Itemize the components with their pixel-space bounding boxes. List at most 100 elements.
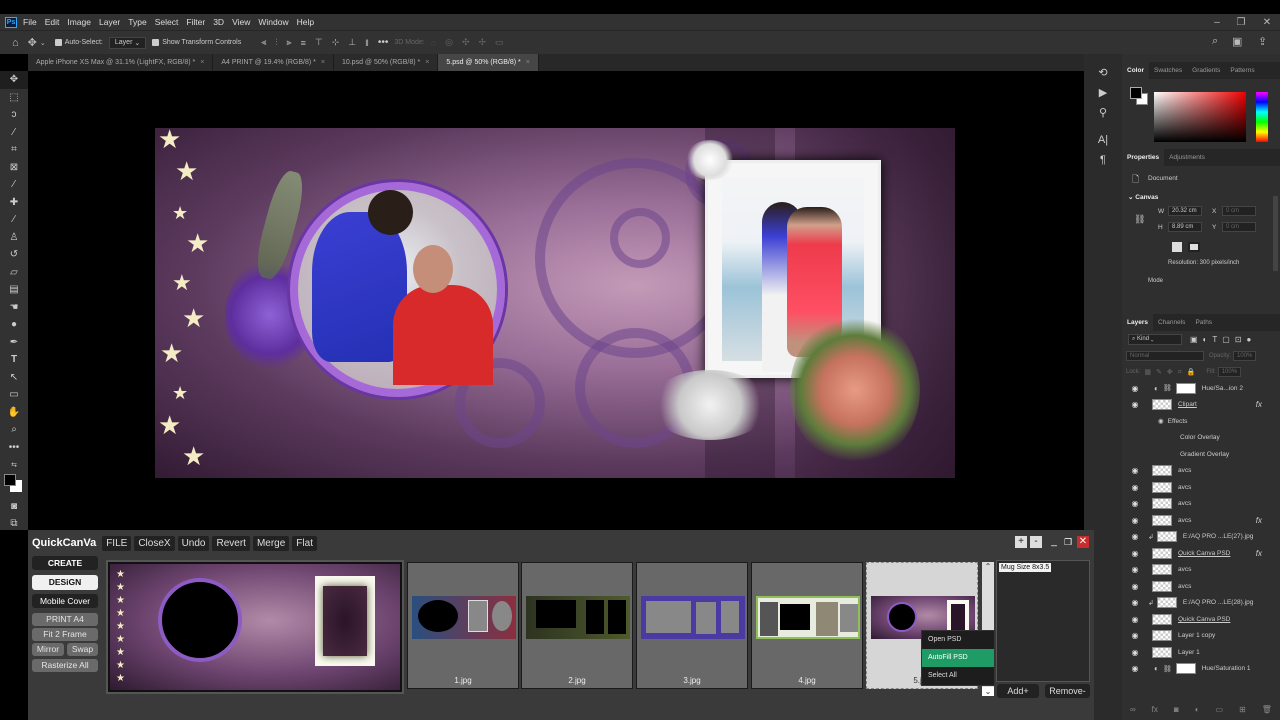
qc-plus-button[interactable]: + [1015,536,1027,548]
menu-view[interactable]: View [232,17,250,27]
canvas-height-field[interactable]: 8.89 cm [1168,222,1202,232]
opacity-field[interactable]: 100% [1233,351,1257,361]
history-icon[interactable]: ⟲ [1084,62,1122,82]
eye-icon[interactable]: ◉ [1128,466,1142,475]
eye-icon[interactable]: ◉ [1128,598,1142,607]
gradient-tool-icon[interactable]: ▤ [0,281,28,299]
color-field[interactable] [1154,92,1246,142]
layer-row[interactable]: ◉ ◐ ⛓ Hue/Saturation 1 [1122,661,1280,678]
tab-patterns[interactable]: Patterns [1225,67,1259,74]
layer-row[interactable]: ◉ avcs [1122,463,1280,480]
adjustment-layer-icon[interactable]: ◐ [1195,705,1200,714]
doc-tab[interactable]: 10.psd @ 50% (RGB/8) * × [333,54,439,71]
qc-flat-button[interactable]: Flat [292,535,317,551]
new-layer-icon[interactable]: ⊞ [1239,705,1246,714]
eye-icon[interactable]: ◉ [1158,417,1164,425]
marquee-tool-icon[interactable]: ⬚ [0,89,28,107]
type-tool-icon[interactable]: T [0,351,28,369]
brush-tool-icon[interactable]: ∕ [0,211,28,229]
tab-color[interactable]: Color [1122,62,1149,79]
rectangle-tool-icon[interactable]: ▭ [0,386,28,404]
qc-undo-button[interactable]: Undo [177,535,210,551]
minimize-button[interactable]: – [1206,14,1228,30]
add-mask-icon[interactable]: ◙ [1174,705,1179,714]
tab-properties[interactable]: Properties [1122,149,1165,166]
rasterize-all-button[interactable]: Rasterize All [32,659,98,672]
screen-mode-icon[interactable]: ⧉ [0,515,28,533]
menu-select[interactable]: Select [155,17,179,27]
qc-closex-button[interactable]: CloseX [134,535,175,551]
crop-tool-icon[interactable]: ⌗ [0,141,28,159]
eye-icon[interactable]: ◉ [1128,664,1142,673]
menu-type[interactable]: Type [128,17,146,27]
search-icon[interactable]: ⌕ [1212,35,1218,48]
foreground-color-swatch[interactable] [4,473,16,486]
menu-layer[interactable]: Layer [99,17,120,27]
circle-photo-frame[interactable] [290,182,505,397]
lock-icons[interactable]: ▦✎✥⌗🔒 [1144,368,1200,377]
add-size-button[interactable]: Add+ [997,684,1039,698]
eyedropper-tool-icon[interactable]: ⁄ [0,176,28,194]
close-window-button[interactable]: ✕ [1256,14,1278,30]
smudge-tool-icon[interactable]: ☚ [0,299,28,317]
layer-row[interactable]: ◉ Quick Canva PSD fx [1122,545,1280,562]
hue-slider[interactable] [1256,92,1268,142]
foreground-color-swatch[interactable] [1130,87,1142,99]
tab-swatches[interactable]: Swatches [1149,67,1187,74]
create-button[interactable]: CREATE [32,556,98,570]
distribute-icon[interactable]: ≡ [301,38,306,48]
portrait-orientation-icon[interactable] [1172,242,1182,252]
qc-minus-button[interactable]: - [1030,536,1042,548]
move-tool-icon[interactable]: ✥ [0,71,28,89]
pen-tool-icon[interactable]: ✒ [0,334,28,352]
restore-button[interactable]: ❐ [1230,14,1252,30]
new-group-icon[interactable]: ▭ [1216,705,1224,714]
swap-colors-icon[interactable]: ⇆ [0,456,28,474]
3d-roll-icon[interactable]: ◎ [445,37,453,48]
layer-row[interactable]: ◉ avcs [1122,578,1280,595]
landscape-orientation-icon[interactable] [1188,242,1200,252]
close-tab-icon[interactable]: × [526,59,530,66]
home-icon[interactable]: ⌂ [12,37,19,49]
tab-gradients[interactable]: Gradients [1187,67,1225,74]
delete-layer-icon[interactable]: 🗑 [1262,705,1272,714]
blend-mode-dropdown[interactable]: Normal [1126,351,1204,361]
layer-row[interactable]: ◉ avcs [1122,479,1280,496]
eye-icon[interactable]: ◉ [1128,549,1142,558]
qc-minimize-button[interactable]: _ [1048,536,1060,548]
layer-row[interactable]: ◉ Clipart fx [1122,397,1280,414]
qc-file-button[interactable]: FILE [102,535,132,551]
lasso-tool-icon[interactable]: ↄ [0,106,28,124]
fx-icon[interactable]: fx [1256,400,1262,409]
frame-tool-icon[interactable]: ⊠ [0,159,28,177]
align-top-icon[interactable]: ⊤ [315,37,323,48]
layer-row[interactable]: ◉ avcs fx [1122,512,1280,529]
canvas-y-field[interactable]: 0 cm [1222,222,1256,232]
zoom-tool-icon[interactable]: ⌕ [0,421,28,439]
layer-row[interactable]: ◉ avcs [1122,496,1280,513]
3d-orbit-icon[interactable]: ◌ [431,38,436,48]
doc-tab[interactable]: Apple iPhone XS Max @ 31.1% (LightFX, RG… [28,54,214,71]
eye-icon[interactable]: ◉ [1128,631,1142,640]
magic-wand-tool-icon[interactable]: ⁄ [0,124,28,142]
design-button[interactable]: DESiGN [32,575,98,590]
more-options-button[interactable]: ••• [378,37,389,48]
eye-icon[interactable]: ◉ [1128,483,1142,492]
menu-window[interactable]: Window [258,17,288,27]
3d-video-icon[interactable]: ▭ [495,37,504,48]
layer-row[interactable]: ◉ avcs [1122,562,1280,579]
layer-row[interactable]: ◉ Layer 1 [1122,644,1280,661]
menu-filter[interactable]: Filter [186,17,205,27]
close-tab-icon[interactable]: × [200,59,204,66]
mirror-button[interactable]: Mirror [32,643,64,656]
hand-tool-icon[interactable]: ✋ [0,404,28,422]
mobile-cover-button[interactable]: Mobile Cover [32,594,98,608]
3d-pan-icon[interactable]: ✣ [462,37,470,48]
tab-channels[interactable]: Channels [1153,319,1190,326]
eye-icon[interactable]: ◉ [1128,582,1142,591]
layer-row[interactable]: ◉ Layer 1 copy [1122,628,1280,645]
show-transform-checkbox[interactable]: Show Transform Controls [152,39,241,46]
swap-button[interactable]: Swap [67,643,98,656]
layer-row[interactable]: ◉ ↲ E:/AQ PRO ...LE(28).jpg [1122,595,1280,612]
close-tab-icon[interactable]: × [425,59,429,66]
